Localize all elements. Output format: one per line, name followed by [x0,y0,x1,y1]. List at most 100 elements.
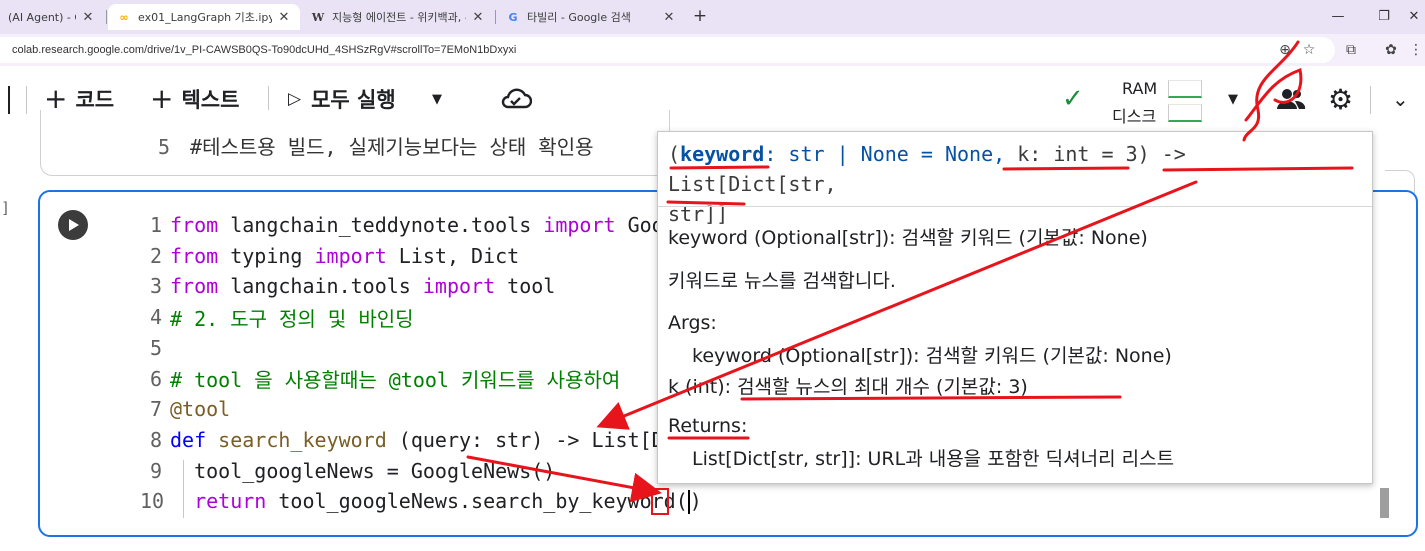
line-number: 3 [149,274,162,299]
code-token: def [170,427,207,452]
new-tab-button[interactable]: + [690,6,710,26]
maximize-button[interactable]: ❐ [1372,6,1396,26]
disk-usage-graph[interactable] [1168,104,1202,122]
code-token: import [422,274,496,299]
close-window-button[interactable]: ✕ [1402,6,1425,26]
bookmark-star-icon[interactable]: ☆ [1298,39,1320,61]
run-cell-button[interactable] [58,210,88,240]
google-icon: G [508,10,518,24]
extensions-icon[interactable]: ⧉ [1340,39,1362,61]
code-line[interactable]: 1 from langchain_teddynote.tools import G… [140,211,688,239]
code-text: # tool 을 사용할때는 @tool 키워드를 사용하여 [170,364,620,393]
signature-open: ( [668,142,681,166]
profile-avatar[interactable]: ✿ [1380,39,1402,61]
colab-icon: ∞ [119,10,129,24]
tab-title: (AI Agent) - Goo [8,10,76,24]
line-number: 5 [157,135,170,159]
browser-tab[interactable]: W 지능형 에이전트 - 위키백과, 우 ✕ [302,4,494,30]
doc-line: keyword (Optional[str]): 검색할 키워드 (기본값: N… [668,227,1148,249]
code-text: @tool [170,397,230,421]
code-token: langchain.tools [218,274,423,299]
close-icon[interactable]: ✕ [470,9,486,25]
disk-label: 디스크 [1112,107,1157,126]
code-token: # 2. 도구 정의 및 바인딩 [170,306,414,331]
lens-icon[interactable]: ⊕ [1274,39,1296,61]
doc-returns-header: Returns: [668,415,748,437]
signature-active-param: keyword [680,142,765,166]
toolbar-divider [26,86,27,114]
code-token: from [170,243,219,268]
tab-title: 지능형 에이전트 - 위키백과, 우 [332,11,466,24]
code-line[interactable]: 5 [140,334,170,362]
code-line[interactable]: 7 @tool [140,395,230,423]
doc-args-header: Args: [668,312,717,334]
play-icon: ▷ [288,89,302,109]
line-number: 10 [140,489,165,514]
line-number: 4 [149,305,162,330]
gear-icon[interactable]: ⚙ [1328,82,1353,116]
code-token: from [170,213,219,237]
browser-tab-active[interactable]: ∞ ex01_LangGraph 기초.ipynb - C ✕ [108,4,300,30]
browser-tab[interactable]: (AI Agent) - Goo ✕ [0,4,104,30]
tooltip-divider [658,206,1372,207]
function-signature: (keyword: str | None = None, k: int = 3)… [668,139,1363,229]
code-text: from langchain.tools import tool [170,274,555,298]
code-token: search_keyword [218,427,387,452]
ram-label: RAM [1122,79,1158,98]
code-line[interactable]: 9 tool_googleNews = GoogleNews() [140,457,555,485]
doc-returns-text: List[Dict[str, str]]: URL과 내용을 포함한 딕셔너리 … [692,448,1175,470]
close-icon[interactable]: ✕ [661,9,677,25]
code-line[interactable]: 3 from langchain.tools import tool [140,272,555,300]
code-token: tool_googleNews.search_by_keyword( [266,488,688,513]
code-comment: #테스트용 빌드, 실제기능보다는 상태 확인용 [190,135,594,159]
code-token: from [170,274,219,299]
chevron-down-icon[interactable]: ⌄ [1392,82,1409,116]
code-token: (query: str) -> List[Dic [386,427,688,452]
line-number: 9 [149,458,162,483]
signature-text: : str | None = None, [764,142,1018,166]
browser-tab[interactable]: G 타빌리 - Google 검색 ✕ [497,4,685,30]
code-text: from langchain_teddynote.tools import Go… [170,213,688,237]
minimize-button[interactable]: — [1326,6,1350,26]
close-icon[interactable]: ✕ [276,9,292,25]
play-icon [69,219,79,231]
code-text: tool_googleNews = GoogleNews() [170,459,555,483]
connected-check-icon: ✓ [1062,84,1084,114]
doc-summary: 키워드로 뉴스를 검색합니다. [668,270,896,292]
tab-title: 타빌리 - Google 검색 [527,11,631,24]
scrollbar-thumb[interactable] [1380,488,1389,518]
url-field[interactable]: colab.research.google.com/drive/1v_PI-CA… [0,37,1335,63]
code-line[interactable]: 8 def search_keyword (query: str) -> List… [140,426,688,454]
toolbar-divider [1370,86,1371,114]
code-token: import [543,213,616,237]
close-icon[interactable]: ✕ [80,9,96,25]
signature-help-tooltip: (keyword: str | None = None, k: int = 3)… [657,131,1373,484]
doc-arg-k: k (int): 검색할 뉴스의 최대 개수 (기본값: 3) [668,376,1028,398]
code-line[interactable]: 2 from typing import List, Dict [140,242,519,270]
share-people-icon[interactable] [1276,82,1306,116]
code-line[interactable]: 6 # tool 을 사용할때는 @tool 키워드를 사용하여 [140,365,620,393]
tab-separator [106,10,107,24]
plus-icon: + [44,82,68,115]
code-text: from typing import List, Dict [170,244,519,268]
toolbar-edge [8,86,10,114]
code-line[interactable]: 4 # 2. 도구 정의 및 바인딩 [140,303,414,331]
code-token: List, Dict [386,243,520,268]
code-token: ) [689,488,702,513]
line-number: 2 [149,243,162,268]
line-number: 7 [149,397,162,422]
more-icon[interactable]: ⋮ [1405,39,1425,61]
line-number: 8 [149,427,162,452]
execution-count: ] [1,199,11,217]
caret-down-icon: ▼ [1228,91,1238,107]
code-text: # 2. 도구 정의 및 바인딩 [170,303,414,332]
line-number: 1 [149,213,162,237]
code-token: tool [495,274,556,299]
browser-tab-strip: (AI Agent) - Goo ✕ ∞ ex01_LangGraph 기초.i… [0,0,1425,34]
runtime-dropdown[interactable]: ▼ [1228,82,1238,116]
code-line[interactable]: 10 return tool_googleNews.search_by_keyw… [140,487,702,515]
wikipedia-icon: W [311,10,325,24]
code-token: typing [218,243,315,268]
ram-usage-graph[interactable] [1168,80,1202,98]
